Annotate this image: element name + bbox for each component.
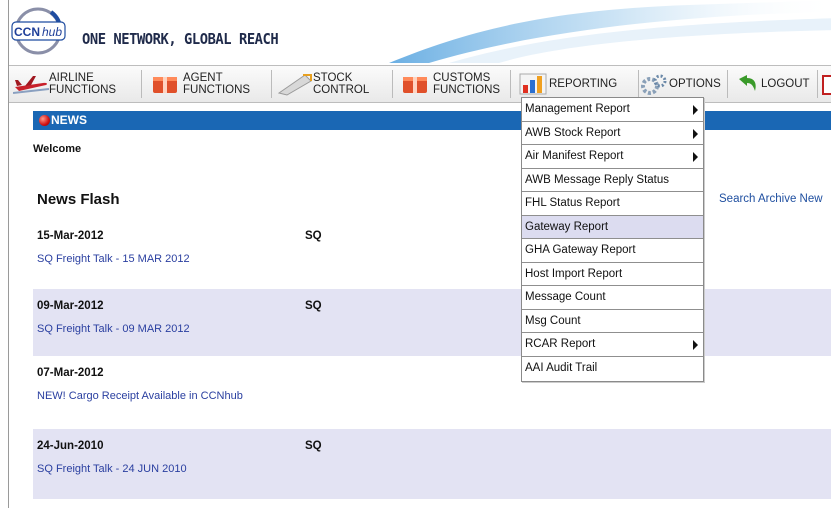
page-frame: CCN hub ONE NETWORK, GLOBAL REACH AIRLIN… [8,0,831,508]
svg-text:CCN: CCN [14,25,40,39]
menu-item-gha-gateway-report[interactable]: GHA Gateway Report [522,239,703,263]
submenu-arrow-icon [693,340,698,350]
news-source: SQ [305,230,322,242]
news-item: 09-Mar-2012 SQ SQ Freight Talk - 09 MAR … [33,289,831,356]
news-date: 24-Jun-2010 [37,440,104,452]
news-section-bar: NEWS [33,111,831,130]
news-source: SQ [305,440,322,452]
nav-logout[interactable]: LOGOUT [733,69,810,99]
menu-item-label: AWB Stock Report [525,126,621,139]
menu-item-management-report[interactable]: Management Report [522,98,703,122]
nav-reporting-label: REPORTING [549,78,618,90]
slogan: ONE NETWORK, GLOBAL REACH [82,30,279,48]
svg-text:hub: hub [42,25,62,39]
nav-customs-label-1: CUSTOMS [433,72,491,84]
menu-item-awb-stock-report[interactable]: AWB Stock Report [522,122,703,145]
stock-wrench-icon [277,74,312,96]
news-title-link[interactable]: SQ Freight Talk - 15 MAR 2012 [37,253,190,265]
gears-icon [641,74,667,95]
news-flash-title: News Flash [37,191,120,208]
menu-item-label: AAI Audit Trail [525,361,598,374]
menu-item-message-count[interactable]: Message Count [522,286,703,310]
menu-item-label: AWB Message Reply Status [525,173,670,186]
news-item: 24-Jun-2010 SQ SQ Freight Talk - 24 JUN … [33,429,831,499]
menu-item-awb-message-reply-status[interactable]: AWB Message Reply Status [522,169,703,192]
menu-item-rcar-report[interactable]: RCAR Report [522,333,703,357]
menu-item-label: Management Report [525,103,630,115]
menu-item-aai-audit-trail[interactable]: AAI Audit Trail [522,357,703,381]
menu-item-label: FHL Status Report [525,197,620,209]
nav-agent-functions[interactable]: AGENT FUNCTIONS [147,69,250,99]
nav-reporting[interactable]: REPORTING [517,69,617,99]
partial-nav-icon [822,75,831,95]
news-date: 07-Mar-2012 [37,367,104,379]
menu-item-host-import-report[interactable]: Host Import Report [522,263,703,286]
nav-logout-label: LOGOUT [761,78,810,90]
ccnhub-logo: CCN hub [11,7,66,55]
menu-item-label: Gateway Report [525,220,609,233]
news-source: SQ [305,300,322,312]
nav-options[interactable]: OPTIONS [639,69,721,99]
bullet-icon [39,115,50,126]
submenu-arrow-icon [693,105,698,115]
submenu-arrow-icon [693,128,698,139]
menu-item-label: RCAR Report [525,338,596,350]
menu-item-gateway-report[interactable]: Gateway Report [522,215,703,239]
news-title-link[interactable]: SQ Freight Talk - 24 JUN 2010 [37,463,187,475]
nav-stock-label-1: STOCK [313,72,353,84]
customs-box-icon [403,77,427,93]
logout-arrow-icon [739,75,756,91]
nav-divider [141,70,142,98]
nav-agent-label-2: FUNCTIONS [183,84,251,96]
nav-divider [727,70,728,98]
nav-airline-functions[interactable]: AIRLINE FUNCTIONS [13,69,116,99]
nav-agent-label-1: AGENT [183,72,223,84]
airplane-icon [13,76,49,94]
search-archive-link[interactable]: Search Archive New [719,193,823,205]
nav-divider [510,70,511,98]
menu-item-air-manifest-report[interactable]: Air Manifest Report [522,145,703,169]
nav-options-label: OPTIONS [669,78,721,90]
nav-divider [392,70,393,98]
menu-item-label: Air Manifest Report [525,150,624,162]
news-item: 15-Mar-2012 SQ SQ Freight Talk - 15 MAR … [33,219,831,286]
menu-item-label: Msg Count [525,314,581,327]
news-item: 07-Mar-2012 NEW! Cargo Receipt Available… [33,356,831,423]
reporting-dropdown-menu: Management Report AWB Stock Report Air M… [521,97,704,382]
menu-item-label: GHA Gateway Report [525,244,636,256]
header: CCN hub ONE NETWORK, GLOBAL REACH [9,0,831,63]
nav-divider [817,70,818,98]
bar-chart-icon [519,73,547,95]
news-title-link[interactable]: SQ Freight Talk - 09 MAR 2012 [37,323,190,335]
menu-item-fhl-status-report[interactable]: FHL Status Report [522,192,703,216]
submenu-arrow-icon [693,152,698,162]
nav-divider [271,70,272,98]
nav-customs-label-2: FUNCTIONS [433,84,501,96]
welcome-text: Welcome [33,143,82,155]
nav-airline-label-2: FUNCTIONS [49,84,117,96]
news-date: 09-Mar-2012 [37,300,104,312]
main-nav: AIRLINE FUNCTIONS AGENT FUNCTIONS STOCK CON… [9,65,831,103]
nav-stock-control[interactable]: STOCK CONTROL [277,69,369,99]
nav-airline-label-1: AIRLINE [49,72,94,84]
menu-item-msg-count[interactable]: Msg Count [522,310,703,333]
news-title-link[interactable]: NEW! Cargo Receipt Available in CCNhub [37,390,243,402]
nav-stock-label-2: CONTROL [313,84,370,96]
menu-item-label: Message Count [525,291,606,303]
nav-customs-functions[interactable]: CUSTOMS FUNCTIONS [397,69,500,99]
news-date: 15-Mar-2012 [37,230,104,242]
news-section-label: NEWS [51,113,87,127]
package-icon [153,77,177,93]
menu-item-label: Host Import Report [525,267,623,280]
header-swoosh [389,0,831,63]
